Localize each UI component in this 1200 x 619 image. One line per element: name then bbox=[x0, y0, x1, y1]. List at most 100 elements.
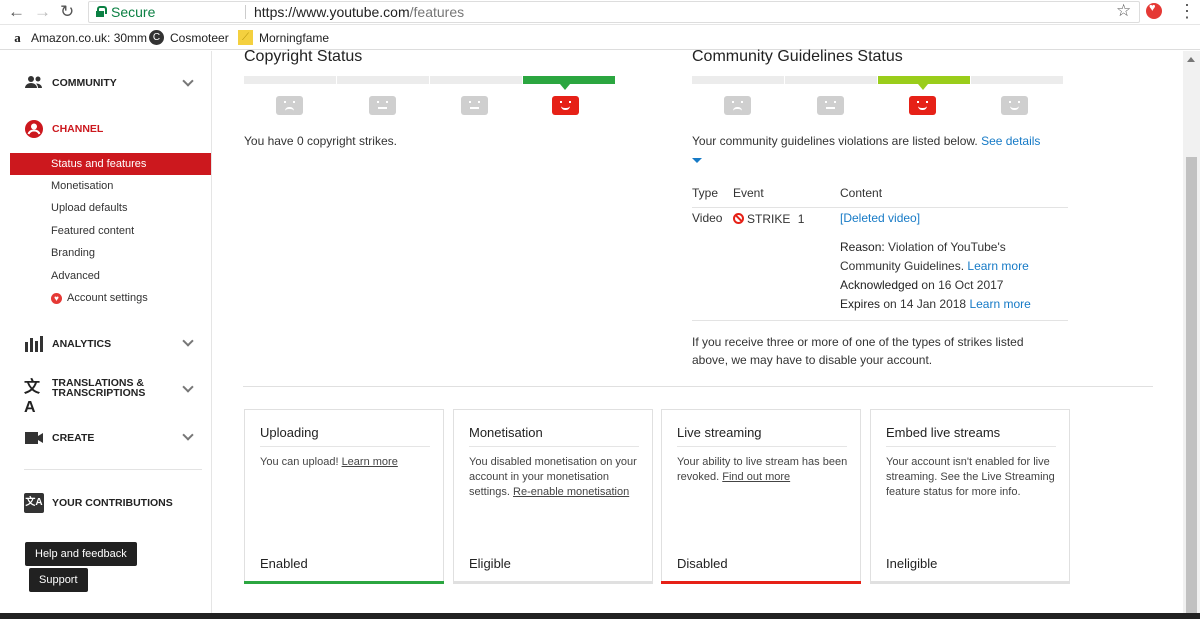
caret-down-icon[interactable] bbox=[692, 158, 702, 163]
sidebar-item-upload-defaults[interactable]: Upload defaults bbox=[51, 202, 127, 214]
sidebar-item-branding[interactable]: Branding bbox=[51, 247, 95, 259]
url-text: https://www.youtube.com/features bbox=[254, 2, 464, 22]
sidebar-analytics[interactable]: ANALYTICS bbox=[24, 334, 111, 354]
card-title: Monetisation bbox=[469, 425, 543, 440]
feature-card-embed-live-streams: Embed live streams Your account isn't en… bbox=[870, 409, 1070, 584]
taskbar-edge bbox=[0, 613, 1200, 619]
secure-label: Secure bbox=[111, 4, 156, 20]
copyright-strike-meter bbox=[244, 76, 616, 84]
copyright-status-title: Copyright Status bbox=[244, 48, 363, 65]
learn-more-link[interactable]: Learn more bbox=[967, 259, 1028, 273]
meter-segment-active bbox=[878, 76, 970, 84]
browser-menu-icon[interactable]: ⋮ bbox=[1178, 1, 1196, 22]
bar-chart-icon bbox=[24, 334, 44, 354]
learn-more-link[interactable]: Learn more bbox=[969, 297, 1030, 311]
sidebar-translations-label: TRANSLATIONS & TRANSCRIPTIONS bbox=[52, 378, 145, 399]
happy-face-icon bbox=[909, 96, 936, 115]
table-divider bbox=[692, 207, 1068, 208]
sidebar-your-contributions[interactable]: 文A YOUR CONTRIBUTIONS bbox=[24, 493, 173, 513]
card-description: You disabled monetisation on your accoun… bbox=[469, 455, 644, 500]
expires-label: Expires bbox=[840, 297, 881, 311]
card-rule bbox=[469, 446, 639, 447]
chevron-down-icon[interactable] bbox=[182, 335, 194, 347]
url-path: /features bbox=[409, 4, 465, 20]
page-scrollbar[interactable] bbox=[1183, 51, 1200, 619]
neutral-face-icon bbox=[461, 96, 488, 115]
sidebar-community-label: COMMUNITY bbox=[52, 77, 117, 89]
sidebar-item-advanced[interactable]: Advanced bbox=[51, 270, 100, 282]
sidebar-channel-label: CHANNEL bbox=[52, 123, 104, 135]
cosmoteer-icon: C bbox=[149, 30, 164, 45]
meter-segment bbox=[337, 76, 429, 84]
expires-value: on 14 Jan 2018 bbox=[883, 297, 967, 311]
reload-icon[interactable]: ↻ bbox=[60, 2, 74, 22]
account-circle-icon bbox=[24, 119, 44, 139]
sidebar-divider bbox=[24, 469, 202, 470]
account-settings-label: Account settings bbox=[67, 292, 148, 304]
community-strike-meter bbox=[692, 76, 1064, 84]
bookmark-amazon[interactable]: a Amazon.co.uk: 30mm bbox=[10, 30, 147, 45]
people-icon bbox=[24, 73, 44, 93]
ack-value: on 16 Oct 2017 bbox=[921, 278, 1004, 292]
card-status: Enabled bbox=[260, 556, 308, 571]
chevron-down-icon[interactable] bbox=[182, 429, 194, 441]
scroll-thumb[interactable] bbox=[1186, 157, 1197, 617]
sad-face-icon bbox=[276, 96, 303, 115]
warning-line1: If you receive three or more of one of t… bbox=[692, 335, 1024, 349]
strike-details: Reason: Violation of YouTube's Community… bbox=[840, 238, 1070, 314]
col-type-header: Type bbox=[692, 186, 719, 200]
sidebar-create[interactable]: CREATE bbox=[24, 428, 94, 448]
card-description: Your account isn't enabled for live stre… bbox=[886, 455, 1061, 500]
main-content: Copyright Status You have 0 copyright st… bbox=[213, 48, 1183, 619]
url-host: https://www.youtube.com bbox=[254, 4, 410, 20]
bookmark-cosmoteer[interactable]: C Cosmoteer bbox=[149, 30, 229, 45]
help-and-feedback-button[interactable]: Help and feedback bbox=[25, 542, 137, 566]
card-status-bar bbox=[244, 581, 444, 584]
meter-segment bbox=[244, 76, 336, 84]
sidebar-contributions-label: YOUR CONTRIBUTIONS bbox=[52, 497, 173, 509]
card-description: Your ability to live stream has been rev… bbox=[677, 455, 852, 485]
sidebar-community[interactable]: COMMUNITY bbox=[24, 73, 117, 93]
sidebar-item-account-settings[interactable]: ♥ Account settings bbox=[51, 292, 148, 304]
ack-label: Acknowledged bbox=[840, 278, 919, 292]
card-link[interactable]: Learn more bbox=[342, 456, 398, 468]
see-details-link[interactable]: See details bbox=[981, 134, 1040, 148]
card-title: Live streaming bbox=[677, 425, 762, 440]
neutral-face-icon bbox=[817, 96, 844, 115]
section-divider bbox=[243, 386, 1153, 387]
bookmark-morningfame[interactable]: ⟋ Morningfame bbox=[238, 30, 329, 45]
support-button[interactable]: Support bbox=[29, 568, 88, 592]
back-icon[interactable]: ← bbox=[8, 2, 25, 22]
bookmark-label: Amazon.co.uk: 30mm bbox=[31, 30, 148, 45]
video-camera-icon bbox=[24, 428, 44, 448]
bookmark-label: Cosmoteer bbox=[170, 30, 229, 45]
reason-label: Reason: bbox=[840, 240, 885, 254]
strike-count: 1 bbox=[797, 212, 805, 226]
card-status-bar bbox=[661, 581, 861, 584]
chevron-down-icon[interactable] bbox=[182, 381, 194, 393]
meter-pointer bbox=[560, 84, 570, 90]
bookmark-star-icon[interactable]: ☆ bbox=[1116, 1, 1131, 21]
sidebar-item-featured-content[interactable]: Featured content bbox=[51, 225, 134, 237]
table-divider bbox=[692, 320, 1068, 321]
card-link[interactable]: Re-enable monetisation bbox=[513, 486, 629, 498]
forward-icon[interactable]: → bbox=[34, 2, 51, 22]
card-link[interactable]: Find out more bbox=[722, 471, 790, 483]
sidebar-item-monetisation[interactable]: Monetisation bbox=[51, 180, 113, 192]
chevron-down-icon[interactable] bbox=[182, 75, 194, 87]
sidebar-translations[interactable]: 文A TRANSLATIONS & TRANSCRIPTIONS bbox=[24, 378, 145, 416]
bookmark-label: Morningfame bbox=[259, 30, 330, 45]
community-status-title: Community Guidelines Status bbox=[692, 48, 903, 65]
card-status-bar bbox=[870, 581, 1070, 584]
lock-icon bbox=[96, 6, 107, 17]
feature-card-live-streaming: Live streaming Your ability to live stre… bbox=[661, 409, 861, 584]
sidebar-channel[interactable]: CHANNEL bbox=[24, 119, 103, 139]
reason-line2: Community Guidelines. bbox=[840, 259, 965, 273]
morningfame-icon: ⟋ bbox=[238, 30, 253, 45]
card-rule bbox=[260, 446, 430, 447]
address-bar[interactable]: Secure https://www.youtube.com/features bbox=[88, 1, 1140, 23]
deleted-video-link[interactable]: [Deleted video] bbox=[840, 211, 920, 225]
sidebar-item-status-and-features[interactable]: Status and features bbox=[10, 153, 211, 175]
extension-heart-icon[interactable] bbox=[1146, 2, 1162, 19]
scroll-up-icon[interactable] bbox=[1187, 57, 1195, 62]
